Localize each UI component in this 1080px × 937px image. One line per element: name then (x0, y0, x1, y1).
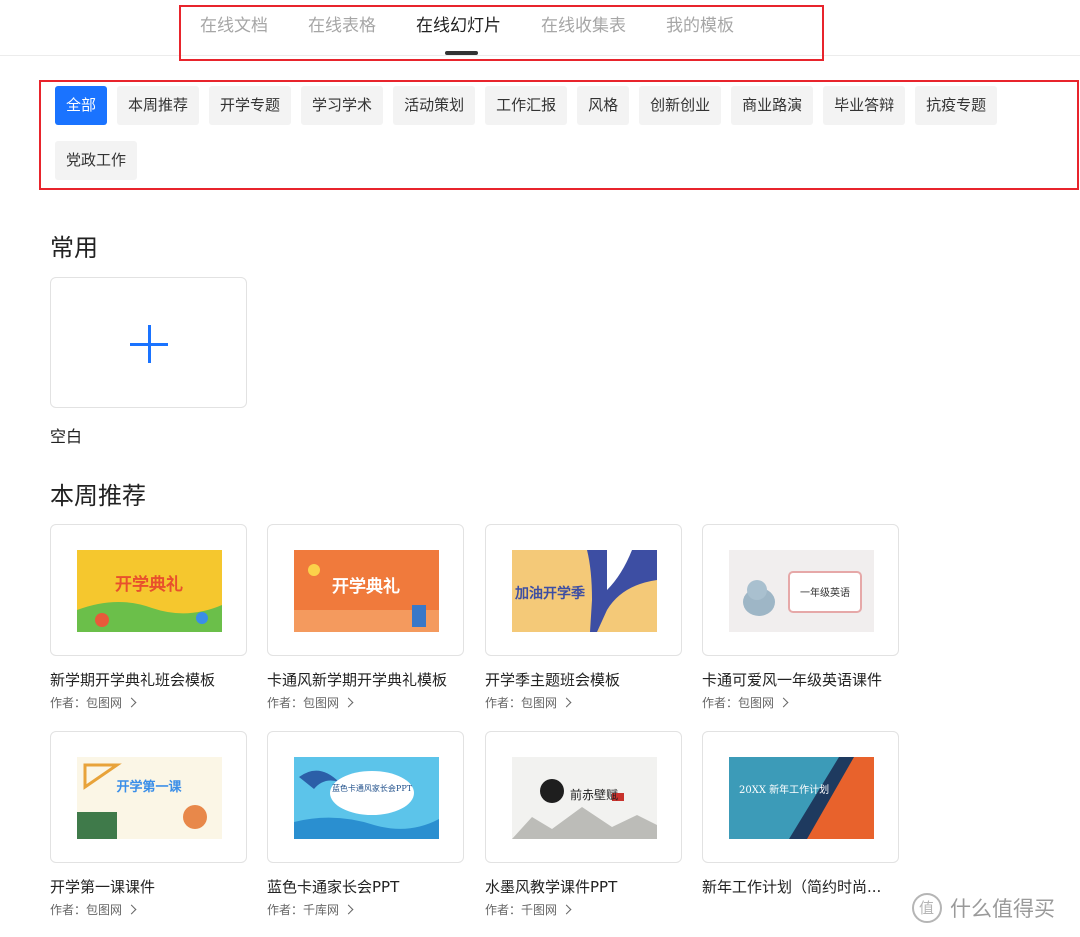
template-title: 开学第一课课件 (50, 878, 156, 896)
thumbnail-text: 前赤壁赋 (570, 787, 618, 802)
category-work-report[interactable]: 工作汇报 (485, 86, 568, 125)
category-event[interactable]: 活动策划 (393, 86, 476, 125)
template-card[interactable]: 前赤壁赋 水墨风教学课件PPT 作者：千图网 (485, 731, 682, 918)
template-card[interactable]: 一年级英语 卡通可爱风一年级英语课件 作者：包图网 (702, 524, 899, 711)
template-card[interactable]: 开学典礼 卡通风新学期开学典礼模板 作者：包图网 (267, 524, 464, 711)
site-watermark: 什么值得买 (912, 893, 1055, 923)
template-author-link[interactable]: 作者：包图网 (50, 694, 247, 711)
template-author-link[interactable]: 作者：千图网 (485, 901, 682, 918)
template-thumbnail: 一年级英语 (729, 550, 874, 632)
author-label: 作者：包图网 (50, 903, 123, 917)
chevron-right-icon (126, 904, 137, 915)
category-weekly[interactable]: 本周推荐 (117, 86, 200, 125)
chevron-right-icon (126, 697, 137, 708)
category-school-start[interactable]: 开学专题 (209, 86, 292, 125)
category-party[interactable]: 党政工作 (55, 141, 138, 180)
template-thumbnail-frame: 开学第一课 (50, 731, 247, 863)
category-epidemic[interactable]: 抗疫专题 (915, 86, 998, 125)
template-thumbnail-frame: 开学典礼 (50, 524, 247, 656)
template-card[interactable]: 蓝色卡通风家长会PPT 蓝色卡通家长会PPT 作者：千库网 (267, 731, 464, 918)
author-label: 作者：包图网 (485, 696, 558, 710)
template-card[interactable]: 开学第一课 开学第一课课件 作者：包图网 (50, 731, 247, 918)
thumbnail-text: 20XX 新年工作计划 (739, 783, 829, 796)
category-style[interactable]: 风格 (577, 86, 630, 125)
template-title: 蓝色卡通家长会PPT (267, 878, 400, 896)
template-card[interactable]: 20XX 新年工作计划 新年工作计划（简约时尚... (702, 731, 899, 897)
author-label: 作者：包图网 (50, 696, 123, 710)
template-thumbnail: 20XX 新年工作计划 (729, 757, 874, 839)
template-thumbnail-frame: 前赤壁赋 (485, 731, 682, 863)
template-thumbnail-frame: 蓝色卡通风家长会PPT (267, 731, 464, 863)
chevron-right-icon (343, 904, 354, 915)
template-card[interactable]: 开学典礼 新学期开学典礼班会模板 作者：包图网 (50, 524, 247, 711)
author-label: 作者：包图网 (267, 696, 340, 710)
tabs-highlight-box (179, 5, 824, 61)
watermark-logo-icon (912, 893, 942, 923)
template-author-link[interactable]: 作者：千库网 (267, 901, 464, 918)
template-author-link[interactable]: 作者：包图网 (485, 694, 682, 711)
author-label: 作者：千库网 (267, 903, 340, 917)
section-title-common: 常用 (50, 234, 98, 262)
template-card[interactable]: 加油开学季 开学季主题班会模板 作者：包图网 (485, 524, 682, 711)
template-thumbnail-frame: 一年级英语 (702, 524, 899, 656)
thumbnail-text: 开学典礼 (115, 574, 183, 595)
blank-template-label: 空白 (50, 427, 83, 446)
template-title: 新年工作计划（简约时尚... (702, 878, 882, 896)
thumbnail-text: 开学典礼 (332, 576, 400, 597)
chevron-right-icon (778, 697, 789, 708)
thumbnail-text: 加油开学季 (514, 585, 585, 602)
template-thumbnail-frame: 20XX 新年工作计划 (702, 731, 899, 863)
author-label: 作者：千图网 (485, 903, 558, 917)
template-thumbnail: 蓝色卡通风家长会PPT (294, 757, 439, 839)
template-author-link[interactable]: 作者：包图网 (267, 694, 464, 711)
thumbnail-text: 开学第一课 (116, 779, 182, 795)
template-title: 水墨风教学课件PPT (485, 878, 618, 896)
template-thumbnail: 开学第一课 (77, 757, 222, 839)
template-title: 卡通风新学期开学典礼模板 (267, 671, 448, 689)
category-filter: 全部 本周推荐 开学专题 学习学术 活动策划 工作汇报 风格 创新创业 商业路演… (55, 86, 1075, 196)
category-academic[interactable]: 学习学术 (301, 86, 384, 125)
template-thumbnail: 前赤壁赋 (512, 757, 657, 839)
template-thumbnail: 开学典礼 (77, 550, 222, 632)
blank-template-card[interactable] (50, 277, 247, 408)
thumbnail-text: 蓝色卡通风家长会PPT (332, 783, 413, 793)
template-thumbnail: 加油开学季 (512, 550, 657, 632)
chevron-right-icon (343, 697, 354, 708)
category-thesis[interactable]: 毕业答辩 (823, 86, 906, 125)
author-label: 作者：包图网 (702, 696, 775, 710)
template-title: 新学期开学典礼班会模板 (50, 671, 216, 689)
template-title: 开学季主题班会模板 (485, 671, 621, 689)
chevron-right-icon (561, 904, 572, 915)
category-pitch[interactable]: 商业路演 (731, 86, 814, 125)
template-thumbnail-frame: 加油开学季 (485, 524, 682, 656)
template-title: 卡通可爱风一年级英语课件 (702, 671, 883, 689)
chevron-right-icon (561, 697, 572, 708)
template-thumbnail-frame: 开学典礼 (267, 524, 464, 656)
template-author-link[interactable]: 作者：包图网 (50, 901, 247, 918)
template-author-link[interactable]: 作者：包图网 (702, 694, 899, 711)
category-all[interactable]: 全部 (55, 86, 108, 125)
section-title-weekly: 本周推荐 (50, 482, 146, 510)
category-startup[interactable]: 创新创业 (639, 86, 722, 125)
thumbnail-text: 一年级英语 (800, 586, 850, 599)
watermark-text: 什么值得买 (950, 897, 1055, 921)
plus-icon (130, 325, 168, 363)
template-thumbnail: 开学典礼 (294, 550, 439, 632)
